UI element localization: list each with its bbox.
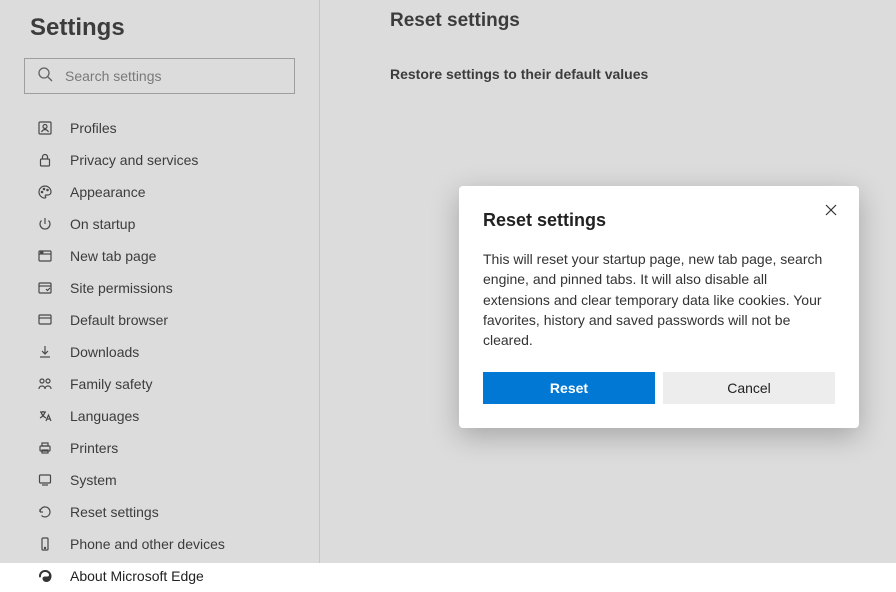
sidebar-item-startup[interactable]: On startup — [24, 208, 295, 240]
sidebar-item-newtab[interactable]: New tab page — [24, 240, 295, 272]
reset-button[interactable]: Reset — [483, 372, 655, 404]
sidebar-item-label: Default browser — [70, 312, 168, 328]
sidebar-nav: Profiles Privacy and services Appearance… — [24, 112, 295, 592]
printer-icon — [36, 439, 54, 457]
sidebar-item-label: Site permissions — [70, 280, 173, 296]
dialog-title: Reset settings — [483, 210, 606, 231]
browser-icon — [36, 311, 54, 329]
sidebar-item-family[interactable]: Family safety — [24, 368, 295, 400]
sidebar-item-label: Reset settings — [70, 504, 159, 520]
languages-icon — [36, 407, 54, 425]
reset-dialog: Reset settings This will reset your star… — [459, 186, 859, 428]
sidebar-item-appearance[interactable]: Appearance — [24, 176, 295, 208]
sidebar-item-system[interactable]: System — [24, 464, 295, 496]
sidebar-item-label: Family safety — [70, 376, 152, 392]
palette-icon — [36, 183, 54, 201]
sidebar-item-downloads[interactable]: Downloads — [24, 336, 295, 368]
permissions-icon — [36, 279, 54, 297]
search-box[interactable] — [24, 58, 295, 94]
family-icon — [36, 375, 54, 393]
sidebar-item-reset[interactable]: Reset settings — [24, 496, 295, 528]
sidebar-item-label: Profiles — [70, 120, 117, 136]
sidebar-item-label: About Microsoft Edge — [70, 568, 204, 584]
sidebar-item-profiles[interactable]: Profiles — [24, 112, 295, 144]
sidebar-item-default-browser[interactable]: Default browser — [24, 304, 295, 336]
restore-row[interactable]: Restore settings to their default values — [390, 66, 826, 82]
settings-title: Settings — [30, 14, 295, 42]
sidebar-item-about[interactable]: About Microsoft Edge — [24, 560, 295, 592]
sidebar-item-label: System — [70, 472, 117, 488]
power-icon — [36, 215, 54, 233]
sidebar-item-label: Printers — [70, 440, 118, 456]
system-icon — [36, 471, 54, 489]
cancel-button[interactable]: Cancel — [663, 372, 835, 404]
sidebar-item-label: Languages — [70, 408, 139, 424]
dialog-actions: Reset Cancel — [483, 372, 835, 404]
sidebar-item-languages[interactable]: Languages — [24, 400, 295, 432]
close-icon — [825, 203, 837, 221]
phone-icon — [36, 535, 54, 553]
download-icon — [36, 343, 54, 361]
dialog-header: Reset settings — [483, 210, 835, 231]
reset-icon — [36, 503, 54, 521]
sidebar-item-phone[interactable]: Phone and other devices — [24, 528, 295, 560]
search-icon — [37, 66, 65, 87]
sidebar-item-label: Privacy and services — [70, 152, 198, 168]
sidebar-item-permissions[interactable]: Site permissions — [24, 272, 295, 304]
sidebar-item-privacy[interactable]: Privacy and services — [24, 144, 295, 176]
edge-icon — [36, 567, 54, 585]
close-button[interactable] — [821, 202, 841, 222]
sidebar-item-label: On startup — [70, 216, 135, 232]
sidebar-item-label: Downloads — [70, 344, 139, 360]
page-title: Reset settings — [390, 10, 826, 32]
search-input[interactable] — [65, 68, 282, 84]
lock-icon — [36, 151, 54, 169]
sidebar-item-label: Phone and other devices — [70, 536, 225, 552]
dialog-body: This will reset your startup page, new t… — [483, 249, 835, 350]
newtab-icon — [36, 247, 54, 265]
profile-icon — [36, 119, 54, 137]
sidebar-item-printers[interactable]: Printers — [24, 432, 295, 464]
sidebar-item-label: Appearance — [70, 184, 146, 200]
sidebar: Settings Profiles Privacy and services A… — [0, 0, 320, 563]
sidebar-item-label: New tab page — [70, 248, 156, 264]
